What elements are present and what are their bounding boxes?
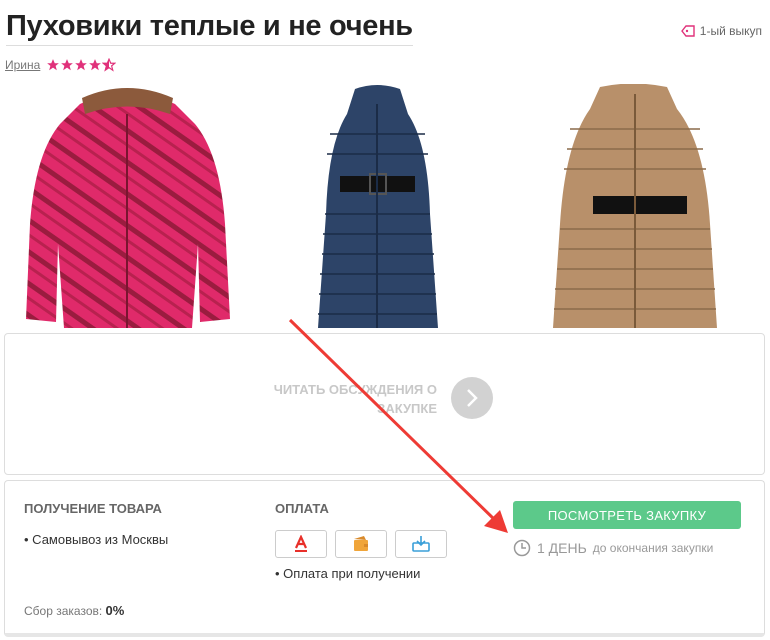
- rating-stars: [46, 58, 117, 72]
- product-photo-pink-jacket[interactable]: [20, 84, 235, 328]
- star-icon: [89, 59, 102, 71]
- view-purchase-button[interactable]: ПОСМОТРЕТЬ ЗАКУПКУ: [513, 501, 741, 529]
- purchase-badge: 1-ый выкуп: [680, 24, 762, 38]
- star-icon: [75, 59, 88, 71]
- star-half-icon: [102, 58, 117, 72]
- discussion-panel[interactable]: ЧИТАТЬ ОБСУЖДЕНИЯ О ЗАКУПКЕ: [4, 333, 765, 475]
- timer-value: 1 ДЕНЬ: [537, 540, 587, 556]
- product-photos: [0, 84, 770, 328]
- delivery-heading: ПОЛУЧЕНИЕ ТОВАРА: [24, 501, 162, 516]
- wallet-icon: [335, 530, 387, 558]
- orders-value: 0%: [105, 603, 125, 618]
- clock-icon: [513, 539, 531, 557]
- timer-suffix: до окончания закупки: [592, 541, 714, 555]
- purchase-timer: 1 ДЕНЬ до окончания закупки: [513, 539, 713, 557]
- payment-item: • Оплата при получении: [275, 566, 421, 581]
- transfer-icon: [395, 530, 447, 558]
- payment-methods: [275, 530, 447, 558]
- purchase-info-panel: ПОЛУЧЕНИЕ ТОВАРА • Самовывоз из Москвы О…: [4, 480, 765, 637]
- star-icon: [47, 59, 60, 71]
- delivery-item: • Самовывоз из Москвы: [24, 532, 169, 547]
- star-icon: [61, 59, 74, 71]
- orders-progress: Сбор заказов: 0%: [24, 603, 124, 618]
- tag-icon: [680, 25, 695, 37]
- orders-label: Сбор заказов:: [24, 604, 103, 618]
- badge-label: 1-ый выкуп: [699, 24, 762, 38]
- author-link[interactable]: Ирина: [5, 58, 40, 72]
- payment-heading: ОПЛАТА: [275, 501, 329, 516]
- discussion-label[interactable]: ЧИТАТЬ ОБСУЖДЕНИЯ О ЗАКУПКЕ: [259, 380, 437, 418]
- discussion-open-button[interactable]: [451, 377, 493, 419]
- page-title: Пуховики теплые и не очень: [6, 10, 413, 46]
- product-photo-beige-coat[interactable]: [545, 84, 725, 328]
- product-photo-navy-coat[interactable]: [310, 84, 445, 328]
- author-block: Ирина: [5, 58, 117, 72]
- chevron-right-icon: [467, 389, 478, 407]
- alfa-bank-icon: [275, 530, 327, 558]
